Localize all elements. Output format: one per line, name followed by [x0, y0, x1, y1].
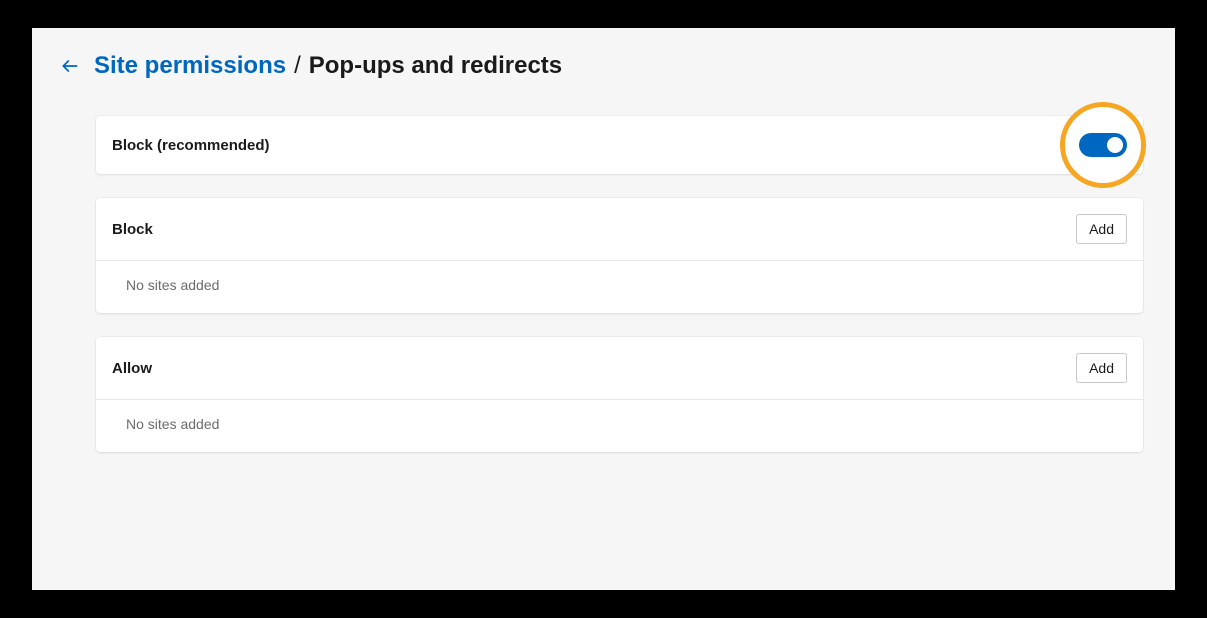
- back-arrow-icon[interactable]: [60, 56, 80, 76]
- breadcrumb-row: Site permissions / Pop-ups and redirects: [60, 52, 1147, 80]
- block-recommended-label: Block (recommended): [112, 137, 270, 154]
- toggle-knob: [1107, 137, 1123, 153]
- breadcrumb-parent-link[interactable]: Site permissions: [94, 52, 286, 80]
- allow-add-button[interactable]: Add: [1076, 353, 1127, 383]
- settings-page: Site permissions / Pop-ups and redirects…: [32, 28, 1175, 590]
- block-toggle[interactable]: [1079, 133, 1127, 157]
- allow-list-card: Allow Add No sites added: [96, 337, 1143, 452]
- breadcrumb-current: Pop-ups and redirects: [309, 52, 562, 80]
- block-empty-text: No sites added: [126, 277, 219, 293]
- breadcrumb: Site permissions / Pop-ups and redirects: [94, 52, 562, 80]
- allow-list-title: Allow: [112, 360, 152, 377]
- block-recommended-card: Block (recommended): [96, 116, 1143, 174]
- allow-empty-text: No sites added: [126, 416, 219, 432]
- toggle-wrap: [1079, 133, 1127, 157]
- block-list-card: Block Add No sites added: [96, 198, 1143, 313]
- block-list-header: Block Add: [96, 198, 1143, 260]
- content-area: Block (recommended) Block Add No sites a…: [60, 116, 1147, 452]
- block-list-title: Block: [112, 221, 153, 238]
- block-list-body: No sites added: [96, 260, 1143, 313]
- allow-list-body: No sites added: [96, 399, 1143, 452]
- allow-list-header: Allow Add: [96, 337, 1143, 399]
- block-add-button[interactable]: Add: [1076, 214, 1127, 244]
- block-recommended-header: Block (recommended): [96, 116, 1143, 174]
- breadcrumb-separator: /: [294, 52, 301, 80]
